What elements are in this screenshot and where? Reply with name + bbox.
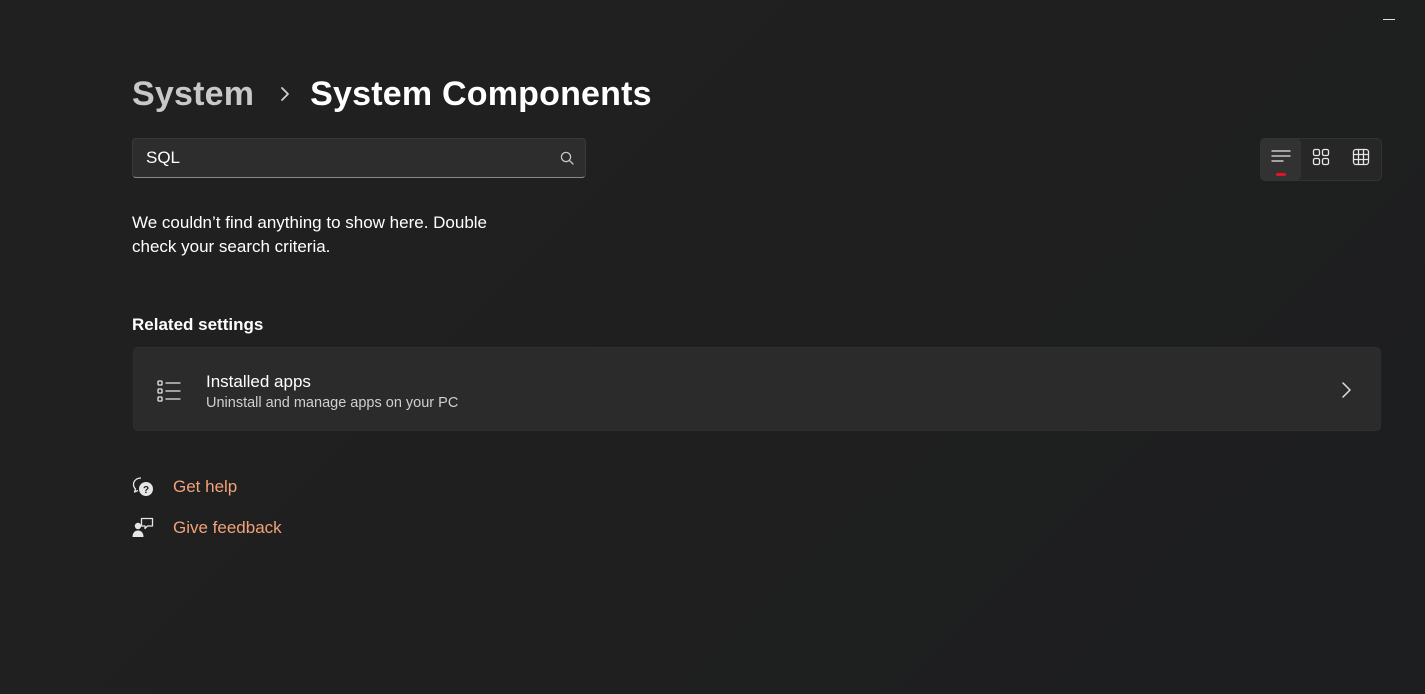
- installed-apps-card[interactable]: Installed apps Uninstall and manage apps…: [133, 347, 1381, 431]
- search-icon[interactable]: [559, 150, 575, 166]
- card-title: Installed apps: [206, 372, 311, 391]
- search-input[interactable]: [146, 139, 546, 177]
- chevron-right-icon: [274, 83, 296, 105]
- table-view-icon: [1352, 148, 1370, 171]
- view-toggle: [1260, 138, 1382, 181]
- table-view-button[interactable]: [1341, 139, 1381, 180]
- settings-window: System System Components We couldn’t f: [0, 0, 1425, 694]
- list-view-button[interactable]: [1261, 139, 1301, 180]
- breadcrumb: System System Components: [132, 72, 652, 116]
- empty-state-message: We couldn’t find anything to show here. …: [132, 213, 488, 256]
- list-view-icon: [1271, 149, 1291, 170]
- search-box[interactable]: [132, 138, 586, 178]
- get-help-link[interactable]: ? Get help: [132, 474, 237, 500]
- list-icon: [156, 378, 182, 404]
- give-feedback-label[interactable]: Give feedback: [173, 518, 282, 538]
- breadcrumb-parent[interactable]: System: [132, 75, 254, 114]
- get-help-label[interactable]: Get help: [173, 477, 237, 497]
- card-subtitle: Uninstall and manage apps on your PC: [206, 395, 459, 411]
- grid-view-button[interactable]: [1301, 139, 1341, 180]
- grid-view-icon: [1312, 148, 1330, 171]
- related-settings-heading: Related settings: [132, 315, 264, 334]
- give-feedback-link[interactable]: Give feedback: [132, 515, 282, 541]
- feedback-icon: [132, 517, 154, 539]
- help-chat-icon: ?: [132, 476, 154, 498]
- minimize-button[interactable]: [1375, 6, 1403, 34]
- page-title: System Components: [310, 74, 652, 113]
- chevron-right-icon: [1338, 381, 1354, 399]
- svg-text:?: ?: [143, 485, 149, 496]
